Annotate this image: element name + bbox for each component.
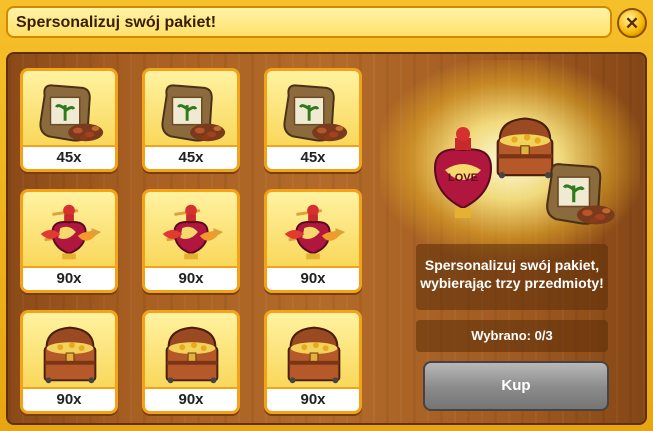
selection-counter: Wybrano: 0/3 (416, 320, 608, 352)
item-quantity: 45x (267, 145, 359, 169)
treasure-chest-icon (287, 326, 341, 385)
love-potion-icon: LOVE (433, 127, 493, 218)
item-card[interactable]: 45x (20, 68, 118, 172)
item-card[interactable]: 45x (264, 68, 362, 172)
title-bar: Spersonalizuj swój pakiet! (6, 6, 612, 38)
item-card[interactable]: 90x (142, 310, 240, 414)
item-quantity: 90x (23, 266, 115, 290)
item-quantity: 45x (145, 145, 237, 169)
item-quantity: 90x (145, 387, 237, 411)
item-card[interactable]: 90x (20, 189, 118, 293)
item-card[interactable]: 45x (142, 68, 240, 172)
instruction-panel: Spersonalizuj swój pakiet, wybierając tr… (416, 244, 608, 310)
item-quantity: 90x (145, 266, 237, 290)
instruction-text: Spersonalizuj swój pakiet, wybierając tr… (420, 257, 604, 291)
item-quantity: 90x (23, 387, 115, 411)
love-potion-icon (283, 203, 347, 261)
item-quantity: 45x (23, 145, 115, 169)
seed-bag-icon (38, 83, 105, 143)
close-button[interactable]: ✕ (617, 8, 647, 38)
item-card[interactable]: 90x (20, 310, 118, 414)
bundle-illustration: LOVE (433, 117, 617, 226)
buy-button[interactable]: Kup (423, 361, 609, 411)
svg-text:LOVE: LOVE (448, 172, 478, 184)
seed-bag-icon (160, 83, 227, 143)
love-potion-icon (161, 203, 225, 261)
treasure-chest-icon (496, 117, 554, 180)
item-card[interactable]: 90x (142, 189, 240, 293)
item-quantity: 90x (267, 266, 359, 290)
love-potion-icon (39, 203, 103, 261)
item-card[interactable]: 90x (264, 189, 362, 293)
treasure-chest-icon (43, 326, 97, 385)
seed-bag-icon (545, 162, 617, 226)
dialog-title: Spersonalizuj swój pakiet! (16, 14, 217, 31)
close-icon: ✕ (624, 13, 640, 33)
item-card[interactable]: 90x (264, 310, 362, 414)
treasure-chest-icon (165, 326, 219, 385)
seed-bag-icon (282, 83, 349, 143)
item-quantity: 90x (267, 387, 359, 411)
